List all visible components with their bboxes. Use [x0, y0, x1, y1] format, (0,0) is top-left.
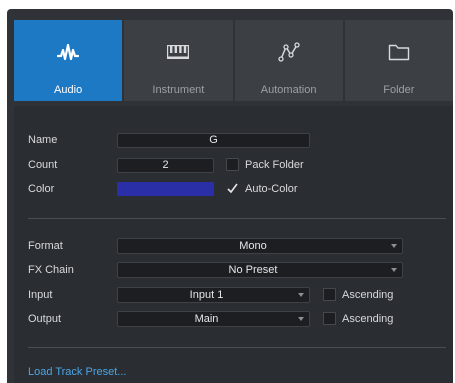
section-divider-2 [28, 347, 446, 348]
input-label: Input [28, 289, 53, 301]
pack-folder-label: Pack Folder [245, 159, 304, 171]
color-swatch[interactable] [117, 182, 214, 196]
format-value: Mono [239, 240, 267, 252]
tab-automation-label: Automation [260, 84, 317, 96]
input-dropdown[interactable]: Input 1 [117, 287, 310, 303]
format-dropdown[interactable]: Mono [117, 238, 403, 254]
auto-color-label: Auto-Color [245, 183, 298, 195]
track-settings-body: Name G Count 2 Pack Folder Color Auto-Co… [14, 106, 453, 383]
audio-waveform-icon [14, 40, 122, 64]
tab-automation[interactable]: Automation [234, 20, 343, 101]
input-ascending-label: Ascending [342, 289, 394, 301]
input-value: Input 1 [189, 289, 224, 301]
output-ascending-label: Ascending [342, 313, 394, 325]
output-ascending-checkbox[interactable] [323, 312, 336, 325]
dropdown-arrow-icon [391, 268, 397, 272]
output-value: Main [194, 313, 219, 325]
output-dropdown[interactable]: Main [117, 311, 310, 327]
dropdown-arrow-icon [298, 317, 304, 321]
pack-folder-checkbox[interactable] [226, 158, 239, 171]
tab-instrument-label: Instrument [152, 84, 205, 96]
fx-chain-dropdown[interactable]: No Preset [117, 262, 403, 278]
tab-audio[interactable]: Audio [14, 20, 123, 101]
fx-chain-label: FX Chain [28, 264, 74, 276]
dropdown-arrow-icon [298, 293, 304, 297]
dropdown-arrow-icon [391, 244, 397, 248]
output-label: Output [28, 313, 62, 325]
section-divider-1 [28, 218, 446, 219]
auto-color-checkbox[interactable] [226, 182, 239, 195]
track-type-tabs: Audio Instrument Automation Folder [14, 20, 453, 101]
color-label: Color [28, 183, 55, 195]
tab-folder[interactable]: Folder [344, 20, 453, 101]
input-ascending-checkbox[interactable] [323, 288, 336, 301]
name-label: Name [28, 134, 58, 146]
format-label: Format [28, 240, 63, 252]
automation-curve-icon [235, 40, 343, 64]
count-field[interactable]: 2 [117, 158, 214, 173]
tab-instrument[interactable]: Instrument [124, 20, 233, 101]
piano-keys-icon [124, 40, 232, 64]
count-label: Count [28, 159, 58, 171]
tab-folder-label: Folder [383, 84, 415, 96]
name-field[interactable]: G [117, 133, 310, 148]
tab-audio-label: Audio [54, 84, 83, 96]
load-track-preset-link[interactable]: Load Track Preset... [28, 366, 126, 378]
folder-icon [345, 40, 453, 64]
checkmark-icon [227, 183, 238, 194]
add-track-panel: Audio Instrument Automation Folder Name … [7, 9, 453, 383]
fx-chain-value: No Preset [228, 264, 278, 276]
